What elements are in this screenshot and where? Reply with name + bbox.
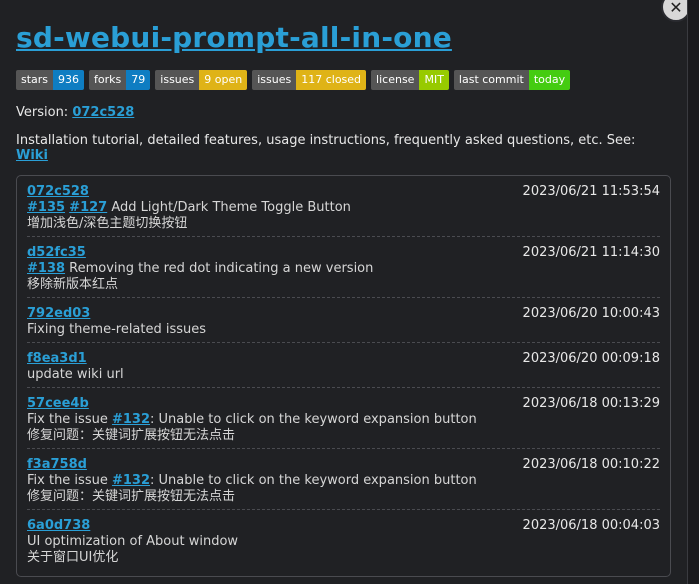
commit-item: 57cee4b 2023/06/18 00:13:29 Fix the issue … [27,388,660,449]
commit-message-text: 增加浅色/深色主题切换按钮 [27,216,188,231]
commit-message: Fix the issue #132: Unable to click on t… [27,412,660,427]
commit-message-text: update wiki url [27,367,124,382]
badge[interactable]: stars 936 [16,70,85,90]
commit-date: 2023/06/18 00:13:29 [522,396,660,411]
badge[interactable]: forks 79 [89,70,151,90]
wiki-link[interactable]: Wiki [16,148,48,163]
commit-message: Fix the issue #132: Unable to click on t… [27,473,660,488]
about-dialog: ✕ sd-webui-prompt-all-in-one stars 936 for… [0,0,688,584]
badge-key: last commit [453,70,529,90]
commit-message-text: Fixing theme-related issues [27,322,207,337]
commit-message-text: 修复问题：关键词扩展按钮无法点击 [27,489,236,504]
badge-value: 117 closed [296,70,367,90]
install-line: Installation tutorial, detailed features… [16,133,671,163]
badge-key: stars [16,70,54,90]
commit-message-text: 关于窗口UI优化 [27,550,119,565]
badge-key: issues [155,70,200,90]
commit-message: 移除新版本红点 [27,277,660,292]
issue-link[interactable]: #135 [27,200,65,215]
badge-value: 9 open [199,70,248,90]
commit-hash-link[interactable]: 6a0d738 [27,518,90,533]
commit-message-text: Add Light/Dark Theme Toggle Button [107,200,351,215]
commit-message: update wiki url [27,367,660,382]
commit-item: 6a0d738 2023/06/18 00:04:03 UI optimizatio… [27,510,660,570]
commit-hash-link[interactable]: 072c528 [27,184,89,199]
badge[interactable]: issues 117 closed [252,70,367,90]
badge[interactable]: last commit today [453,70,571,90]
commit-message-text: Removing the red dot indicating a new ve… [65,261,374,276]
badge-key: forks [89,70,127,90]
commit-date: 2023/06/20 00:09:18 [522,351,660,366]
issue-link[interactable]: #132 [112,412,150,427]
commit-date: 2023/06/20 10:00:43 [522,306,660,321]
commit-message: Fixing theme-related issues [27,322,660,337]
commit-hash-link[interactable]: f3a758d [27,457,87,472]
badge-value: 79 [126,70,151,90]
badge-key: license [371,70,420,90]
version-label: Version: [16,105,73,120]
commit-message: UI optimization of About window [27,534,660,549]
commit-hash-link[interactable]: 792ed03 [27,306,90,321]
commit-date: 2023/06/18 00:10:22 [522,457,660,472]
commit-date: 2023/06/21 11:14:30 [522,245,660,260]
commit-message-text: : Unable to click on the keyword expansi… [150,473,477,488]
commit-message: 修复问题：关键词扩展按钮无法点击 [27,428,660,443]
commit-item: f8ea3d1 2023/06/20 00:09:18 update wiki ur… [27,343,660,388]
issue-link[interactable]: #132 [112,473,150,488]
commit-message-text: 移除新版本红点 [27,277,119,292]
commit-message: #135 #127 Add Light/Dark Theme Toggle Bu… [27,200,660,215]
badge-value: 936 [53,70,85,90]
badge[interactable]: license MIT [371,70,449,90]
commit-message: 修复问题：关键词扩展按钮无法点击 [27,489,660,504]
badge-list: stars 936 forks 79 issues 9 open issues 117 clo… [16,70,671,90]
issue-link[interactable]: #138 [27,261,65,276]
commit-hash-link[interactable]: f8ea3d1 [27,351,87,366]
version-link[interactable]: 072c528 [72,105,134,120]
commit-message-text: UI optimization of About window [27,534,239,549]
commit-item: 792ed03 2023/06/20 10:00:43 Fixing theme-r… [27,298,660,343]
commit-hash-link[interactable]: 57cee4b [27,396,89,411]
commit-message-text: Fix the issue [27,473,112,488]
commit-message: #138 Removing the red dot indicating a n… [27,261,660,276]
commit-item: f3a758d 2023/06/18 00:10:22 Fix the issue … [27,449,660,510]
commit-item: 072c528 2023/06/21 11:53:54 #135 #127 Add … [27,176,660,237]
badge-value: today [528,70,571,90]
version-line: Version: 072c528 [16,105,671,120]
commit-message: 关于窗口UI优化 [27,550,660,565]
badge[interactable]: issues 9 open [155,70,248,90]
commit-hash-link[interactable]: d52fc35 [27,245,86,260]
commit-message-text: 修复问题：关键词扩展按钮无法点击 [27,428,236,443]
repo-title-link[interactable]: sd-webui-prompt-all-in-one [16,21,452,54]
commit-item: d52fc35 2023/06/21 11:14:30 #138 Removing … [27,237,660,298]
commit-message-text: Fix the issue [27,412,112,427]
commit-list[interactable]: 072c528 2023/06/21 11:53:54 #135 #127 Add … [16,175,671,577]
install-text: Installation tutorial, detailed features… [16,133,636,148]
commit-message: 增加浅色/深色主题切换按钮 [27,216,660,231]
commit-date: 2023/06/18 00:04:03 [522,518,660,533]
commit-message-text: : Unable to click on the keyword expansi… [150,412,477,427]
issue-link[interactable]: #127 [69,200,107,215]
page-title: sd-webui-prompt-all-in-one [16,18,671,58]
badge-key: issues [252,70,297,90]
badge-value: MIT [419,70,449,90]
commit-date: 2023/06/21 11:53:54 [522,184,660,199]
